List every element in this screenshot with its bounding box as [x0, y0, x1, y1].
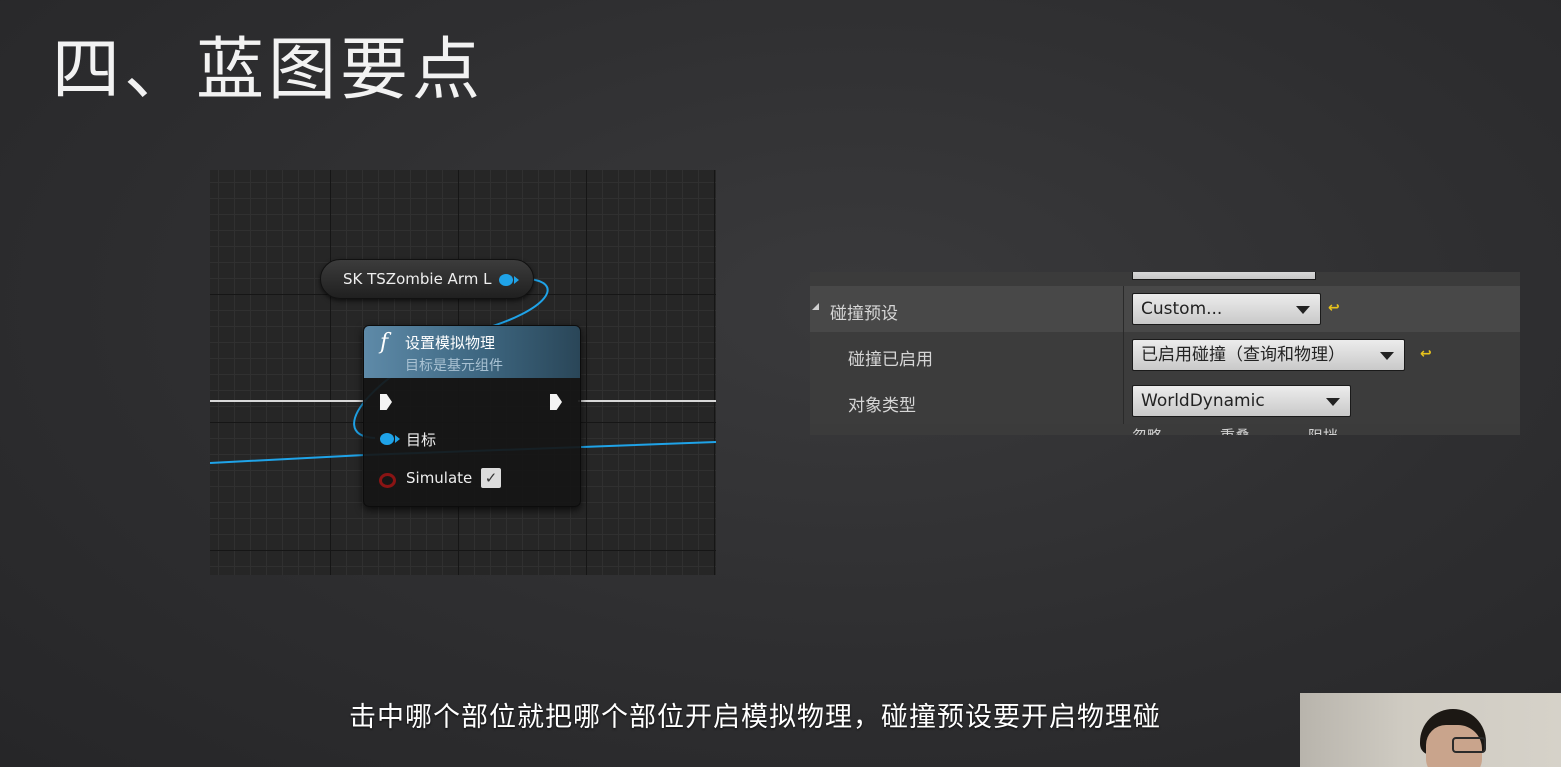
presenter-glasses	[1452, 737, 1486, 753]
collision-preset-value: Custom...	[1141, 299, 1223, 319]
collision-enabled-label: 碰撞已启用	[848, 350, 933, 370]
blueprint-graph[interactable]: SK TSZombie Arm L f 设置模拟物理 目标是基元组件 目标 Si…	[210, 170, 716, 575]
object-type-value: WorldDynamic	[1141, 391, 1265, 411]
column-header-overlap: 重叠	[1220, 425, 1250, 435]
collision-preset-row: 碰撞预设 Custom... ↩	[810, 286, 1520, 332]
slide-title: 四、蓝图要点	[52, 31, 485, 110]
variable-node[interactable]: SK TSZombie Arm L	[320, 259, 534, 299]
function-node-title: 设置模拟物理	[405, 334, 496, 352]
function-node-header[interactable]: f 设置模拟物理 目标是基元组件	[364, 326, 580, 378]
collision-preset-label: 碰撞预设	[830, 304, 898, 324]
variable-output-pin[interactable]	[499, 274, 513, 286]
chevron-down-icon	[1380, 352, 1394, 360]
variable-node-label: SK TSZombie Arm L	[343, 270, 492, 288]
chevron-down-icon	[1296, 306, 1310, 314]
cut-off-combo	[1132, 272, 1316, 280]
collision-enabled-row: 碰撞已启用 已启用碰撞（查询和物理） ↩	[810, 332, 1520, 378]
collision-enabled-value: 已启用碰撞（查询和物理）	[1141, 345, 1345, 365]
function-icon: f	[380, 330, 389, 355]
exec-input-pin[interactable]	[380, 394, 392, 410]
function-node-subtitle: 目标是基元组件	[405, 358, 503, 374]
collision-preset-dropdown[interactable]: Custom...	[1132, 293, 1321, 325]
column-header-block: 阻挡	[1308, 425, 1338, 435]
label-cell: 碰撞已启用	[810, 332, 1124, 378]
pin-arrow-icon	[395, 435, 400, 443]
label-cell: 碰撞预设	[810, 286, 1124, 332]
object-type-dropdown[interactable]: WorldDynamic	[1132, 385, 1351, 417]
collision-enabled-dropdown[interactable]: 已启用碰撞（查询和物理）	[1132, 339, 1405, 371]
target-pin-label: 目标	[406, 431, 437, 449]
set-simulate-physics-node[interactable]: f 设置模拟物理 目标是基元组件 目标 Simulate ✓	[363, 325, 581, 507]
column-header-ignore: 忽略	[1132, 425, 1162, 435]
reset-arrow-icon[interactable]: ↩	[1420, 346, 1432, 362]
collision-details-panel: 碰撞预设 Custom... ↩ 碰撞已启用 已启用碰撞（查询和物理） ↩ 对象…	[810, 272, 1520, 435]
expand-triangle-icon[interactable]	[812, 303, 819, 310]
object-type-label: 对象类型	[848, 396, 916, 416]
chevron-down-icon	[1326, 398, 1340, 406]
presenter-webcam	[1300, 693, 1561, 767]
video-subtitle: 击中哪个部位就把哪个部位开启模拟物理，碰撞预设要开启物理碰	[349, 702, 1161, 733]
simulate-checkbox[interactable]: ✓	[481, 468, 501, 488]
reset-arrow-icon[interactable]: ↩	[1328, 300, 1340, 316]
exec-output-pin[interactable]	[550, 394, 562, 410]
simulate-pin-label: Simulate	[406, 469, 473, 487]
simulate-input-pin[interactable]	[379, 473, 396, 488]
label-cell: 对象类型	[810, 378, 1124, 424]
object-type-row: 对象类型 WorldDynamic	[810, 378, 1520, 424]
pin-arrow-icon	[514, 276, 519, 284]
target-input-pin[interactable]	[380, 433, 394, 445]
